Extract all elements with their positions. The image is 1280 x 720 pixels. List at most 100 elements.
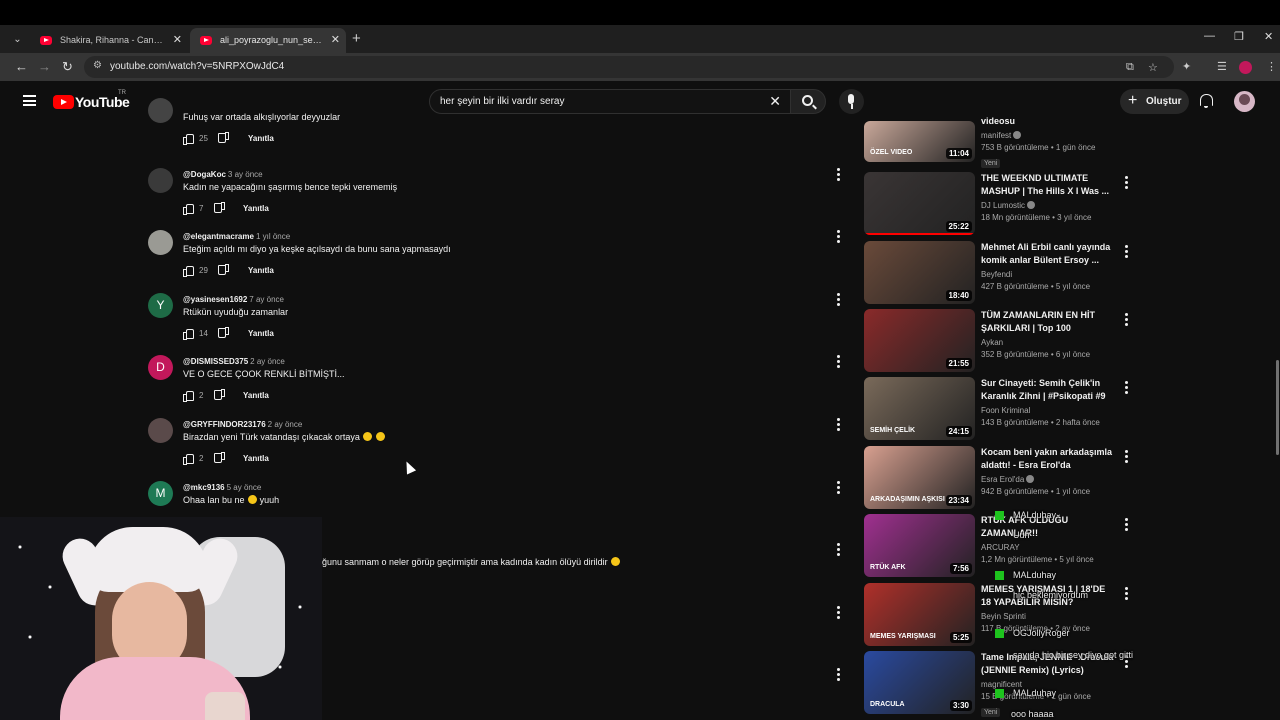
dislike-icon[interactable] — [215, 391, 225, 401]
comment-author[interactable]: @mkc9136 5 ay önce — [183, 483, 261, 492]
channel-name[interactable]: Aykan — [981, 338, 1116, 347]
related-video[interactable]: 18:40 Mehmet Ali Erbil canlı yayında kom… — [864, 241, 1144, 305]
like-icon[interactable] — [183, 328, 194, 340]
install-app-icon[interactable]: ⧉ — [1126, 61, 1134, 74]
commenter-avatar[interactable]: Y — [148, 293, 173, 318]
video-more-icon[interactable] — [1125, 381, 1129, 395]
notifications-bell-icon[interactable] — [1199, 94, 1213, 108]
profile-extension-icon[interactable] — [1239, 61, 1252, 74]
browser-menu-icon[interactable]: ⋮ — [1266, 60, 1277, 73]
video-thumbnail[interactable]: ÖZEL VIDEO 11:04 — [864, 121, 975, 162]
commenter-avatar[interactable]: M — [148, 481, 173, 506]
channel-name[interactable]: Foon Kriminal — [981, 406, 1116, 415]
create-button[interactable]: + Oluştur — [1120, 89, 1189, 114]
video-thumbnail[interactable]: SEMİH ÇELİK 24:15 — [864, 377, 975, 440]
related-video[interactable]: RTÜK AFK 7:56 RTÜK AFK OLDUĞU ZAMANLAR!!… — [864, 514, 1144, 578]
video-more-icon[interactable] — [1125, 450, 1129, 464]
related-video[interactable]: 21:55 TÜM ZAMANLARIN EN HİT ŞARKILARI | … — [864, 309, 1144, 373]
comment-time[interactable]: 3 ay önce — [228, 170, 263, 179]
comment-author[interactable]: @elegantmacrame 1 yıl önce — [183, 232, 290, 241]
reading-list-icon[interactable]: ☰ — [1217, 60, 1227, 73]
dislike-icon[interactable] — [215, 204, 225, 214]
video-title[interactable]: THE WEEKND ULTIMATE MASHUP | The Hills X… — [981, 172, 1116, 198]
comment-more-icon[interactable] — [837, 230, 841, 244]
video-title[interactable]: Sur Cinayeti: Semih Çelik'in Karanlık Zi… — [981, 377, 1116, 403]
reply-button[interactable]: Yanıtla — [248, 134, 274, 143]
comment-more-icon[interactable] — [837, 293, 841, 307]
like-icon[interactable] — [183, 133, 194, 145]
reload-icon[interactable]: ↻ — [62, 59, 73, 75]
video-info[interactable]: Sur Cinayeti: Semih Çelik'in Karanlık Zi… — [981, 377, 1116, 427]
clear-search-icon[interactable]: ✕ — [769, 93, 781, 110]
dislike-icon[interactable] — [219, 266, 229, 276]
video-more-icon[interactable] — [1125, 176, 1129, 190]
video-title[interactable]: Mehmet Ali Erbil canlı yayında komik anl… — [981, 241, 1116, 267]
related-video[interactable]: DRACULA 3:30 Tame Impala, JENNIE - Dracu… — [864, 651, 1144, 717]
video-thumbnail[interactable]: DRACULA 3:30 — [864, 651, 975, 714]
commenter-avatar[interactable] — [148, 418, 173, 443]
comment-more-icon[interactable] — [837, 481, 841, 495]
new-tab-button[interactable]: + — [352, 30, 361, 47]
site-info-icon[interactable]: ⚙ — [93, 60, 102, 71]
comment-more-icon[interactable] — [837, 543, 841, 557]
commenter-avatar[interactable]: D — [148, 355, 173, 380]
video-thumbnail[interactable]: 25:22 — [864, 172, 975, 235]
comment-author[interactable]: @DISMISSED375 2 ay önce — [183, 357, 285, 366]
commenter-avatar[interactable] — [148, 230, 173, 255]
video-title[interactable]: TÜM ZAMANLARIN EN HİT ŞARKILARI | Top 10… — [981, 309, 1116, 335]
dislike-icon[interactable] — [215, 454, 225, 464]
like-icon[interactable] — [183, 265, 194, 277]
comment-time[interactable]: 1 yıl önce — [256, 232, 290, 241]
restore-button[interactable]: ❐ — [1234, 30, 1244, 43]
video-thumbnail[interactable]: 21:55 — [864, 309, 975, 372]
commenter-avatar[interactable] — [148, 98, 173, 123]
comment-time[interactable]: 2 ay önce — [250, 357, 285, 366]
channel-name[interactable]: ARCURAY — [981, 543, 1116, 552]
close-tab-icon[interactable]: ✕ — [331, 28, 340, 53]
video-thumbnail[interactable]: ARKADAŞIMIN AŞKISI 23:34 — [864, 446, 975, 509]
channel-name[interactable]: manifest — [981, 131, 1116, 140]
channel-name[interactable]: DJ Lumostic — [981, 201, 1116, 210]
omnibox[interactable]: ⚙ youtube.com/watch?v=5NRPXOwJdC4 ⧉ ☆ — [84, 56, 1174, 78]
back-arrow-icon[interactable]: ← — [15, 59, 28, 74]
video-more-icon[interactable] — [1125, 245, 1129, 259]
video-info[interactable]: Kocam beni yakın arkadaşımla aldattı! - … — [981, 446, 1116, 496]
account-avatar[interactable] — [1234, 91, 1255, 112]
extensions-icon[interactable]: ✦ — [1182, 60, 1191, 73]
comment-more-icon[interactable] — [837, 418, 841, 432]
video-info[interactable]: videosu manifest 753 B görüntüleme • 1 g… — [981, 115, 1116, 170]
close-tab-icon[interactable]: ✕ — [173, 28, 182, 53]
reply-button[interactable]: Yanıtla — [248, 266, 274, 275]
reply-button[interactable]: Yanıtla — [248, 329, 274, 338]
video-title[interactable]: videosu — [981, 115, 1116, 128]
comment-more-icon[interactable] — [837, 606, 841, 620]
video-info[interactable]: TÜM ZAMANLARIN EN HİT ŞARKILARI | Top 10… — [981, 309, 1116, 359]
comment-time[interactable]: 2 ay önce — [268, 420, 303, 429]
reply-button[interactable]: Yanıtla — [243, 204, 269, 213]
bookmark-star-icon[interactable]: ☆ — [1148, 61, 1158, 74]
dislike-icon[interactable] — [219, 329, 229, 339]
commenter-avatar[interactable] — [148, 168, 173, 193]
tab-search-icon[interactable]: ⌄ — [9, 31, 26, 48]
comment-more-icon[interactable] — [837, 668, 841, 682]
video-more-icon[interactable] — [1125, 313, 1129, 327]
related-video[interactable]: 25:22 THE WEEKND ULTIMATE MASHUP | The H… — [864, 172, 1144, 236]
minimize-button[interactable]: — — [1204, 30, 1215, 42]
comment-more-icon[interactable] — [837, 168, 841, 182]
related-video[interactable]: SEMİH ÇELİK 24:15 Sur Cinayeti: Semih Çe… — [864, 377, 1144, 441]
hamburger-menu-icon[interactable] — [23, 95, 36, 106]
like-icon[interactable] — [183, 390, 194, 402]
video-more-icon[interactable] — [1125, 587, 1129, 601]
tab-shakira[interactable]: Shakira, Rihanna - Can't Remem ✕ — [30, 28, 188, 53]
comment-author[interactable]: @GRYFFINDOR23176 2 ay önce — [183, 420, 302, 429]
reply-button[interactable]: Yanıtla — [243, 391, 269, 400]
comment-time[interactable]: 5 ay önce — [227, 483, 262, 492]
video-info[interactable]: Mehmet Ali Erbil canlı yayında komik anl… — [981, 241, 1116, 291]
comment-time[interactable]: 7 ay önce — [249, 295, 284, 304]
comment-more-icon[interactable] — [837, 355, 841, 369]
video-thumbnail[interactable]: 18:40 — [864, 241, 975, 304]
video-title[interactable]: Kocam beni yakın arkadaşımla aldattı! - … — [981, 446, 1116, 472]
video-info[interactable]: RTÜK AFK OLDUĞU ZAMANLAR!! ARCURAY 1,2 M… — [981, 514, 1116, 564]
forward-arrow-icon[interactable]: → — [38, 59, 51, 74]
channel-name[interactable]: Esra Erol'da — [981, 475, 1116, 484]
